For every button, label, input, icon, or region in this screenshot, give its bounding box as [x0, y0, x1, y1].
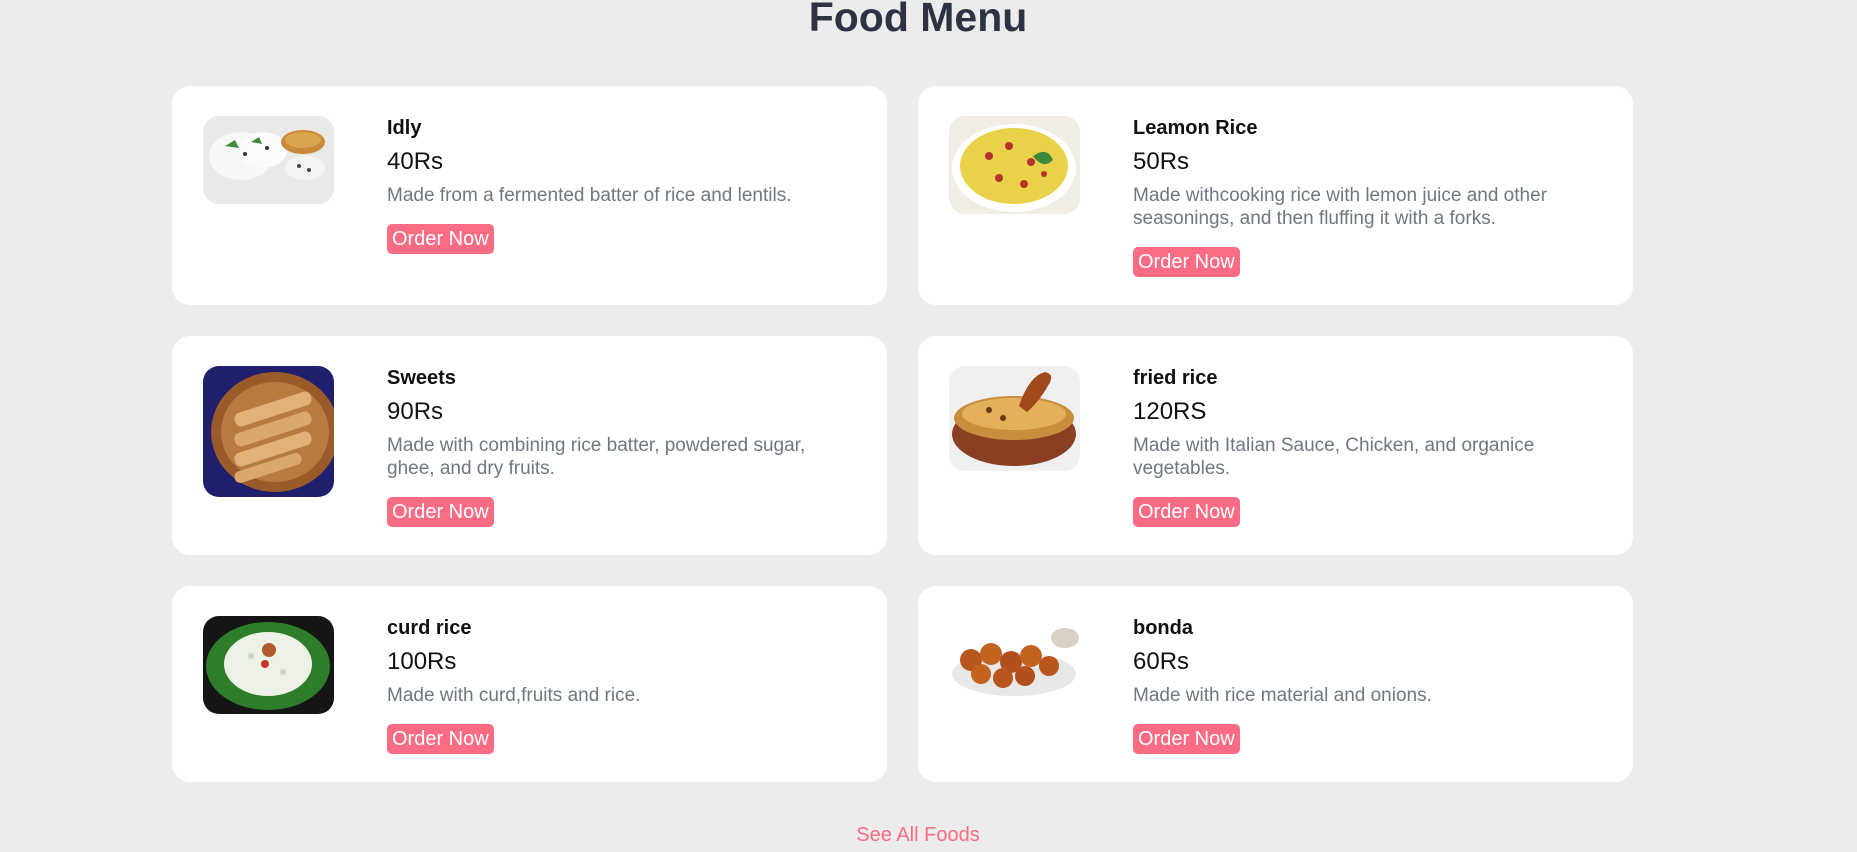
sweets-photo-icon	[203, 366, 334, 497]
food-name: Idly	[387, 117, 422, 139]
menu-card-sweets: Sweets 90Rs Made with combining rice bat…	[172, 336, 887, 555]
menu-card-info: curd rice 100Rs Made with curd,fruits an…	[387, 616, 857, 754]
food-description: Made withcooking rice with lemon juice a…	[1133, 185, 1547, 229]
menu-grid: Idly 40Rs Made from a fermented batter o…	[172, 86, 1633, 782]
food-name: bonda	[1133, 617, 1193, 639]
order-now-button[interactable]: Order Now	[387, 497, 494, 527]
food-name: Leamon Rice	[1133, 117, 1258, 139]
food-price: 50Rs	[1133, 148, 1190, 175]
curd-rice-photo-icon	[203, 616, 334, 714]
menu-card-curd-rice: curd rice 100Rs Made with curd,fruits an…	[172, 586, 887, 782]
food-name: fried rice	[1133, 367, 1218, 389]
order-now-button[interactable]: Order Now	[1133, 724, 1240, 754]
menu-card-info: Leamon Rice 50Rs Made withcooking rice w…	[1133, 116, 1603, 277]
page-title: Food Menu	[808, 0, 1028, 40]
menu-card-leamon-rice: Leamon Rice 50Rs Made withcooking rice w…	[918, 86, 1633, 305]
food-description: Made with Italian Sauce, Chicken, and or…	[1133, 435, 1535, 479]
menu-card-info: fried rice 120RS Made with Italian Sauce…	[1133, 366, 1603, 527]
food-name: curd rice	[387, 617, 472, 639]
menu-card-info: Idly 40Rs Made from a fermented batter o…	[387, 116, 857, 254]
order-now-button[interactable]: Order Now	[387, 224, 494, 254]
menu-card-idly: Idly 40Rs Made from a fermented batter o…	[172, 86, 887, 305]
food-description: Made with combining rice batter, powdere…	[387, 435, 806, 479]
fried-rice-photo-icon	[949, 366, 1080, 471]
food-description: Made with rice material and onions.	[1133, 685, 1432, 706]
food-price: 90Rs	[387, 398, 444, 425]
menu-card-info: bonda 60Rs Made with rice material and o…	[1133, 616, 1603, 754]
menu-card-info: Sweets 90Rs Made with combining rice bat…	[387, 366, 857, 527]
menu-card-bonda: bonda 60Rs Made with rice material and o…	[918, 586, 1633, 782]
food-description: Made with curd,fruits and rice.	[387, 685, 641, 706]
see-all-foods-link[interactable]: See All Foods	[0, 822, 1836, 848]
menu-card-fried-rice: fried rice 120RS Made with Italian Sauce…	[918, 336, 1633, 555]
food-price: 100Rs	[387, 648, 457, 675]
food-price: 60Rs	[1133, 648, 1190, 675]
bonda-photo-icon	[949, 616, 1080, 704]
lemon-rice-photo-icon	[949, 116, 1080, 214]
order-now-button[interactable]: Order Now	[1133, 497, 1240, 527]
order-now-button[interactable]: Order Now	[387, 724, 494, 754]
food-price: 120RS	[1133, 398, 1207, 425]
food-menu-page: Food Menu Idly 40Rs Made from a fermente…	[0, 0, 1857, 852]
food-description: Made from a fermented batter of rice and…	[387, 185, 792, 206]
idly-photo-icon	[203, 116, 334, 204]
order-now-button[interactable]: Order Now	[1133, 247, 1240, 277]
food-price: 40Rs	[387, 148, 444, 175]
food-name: Sweets	[387, 367, 456, 389]
